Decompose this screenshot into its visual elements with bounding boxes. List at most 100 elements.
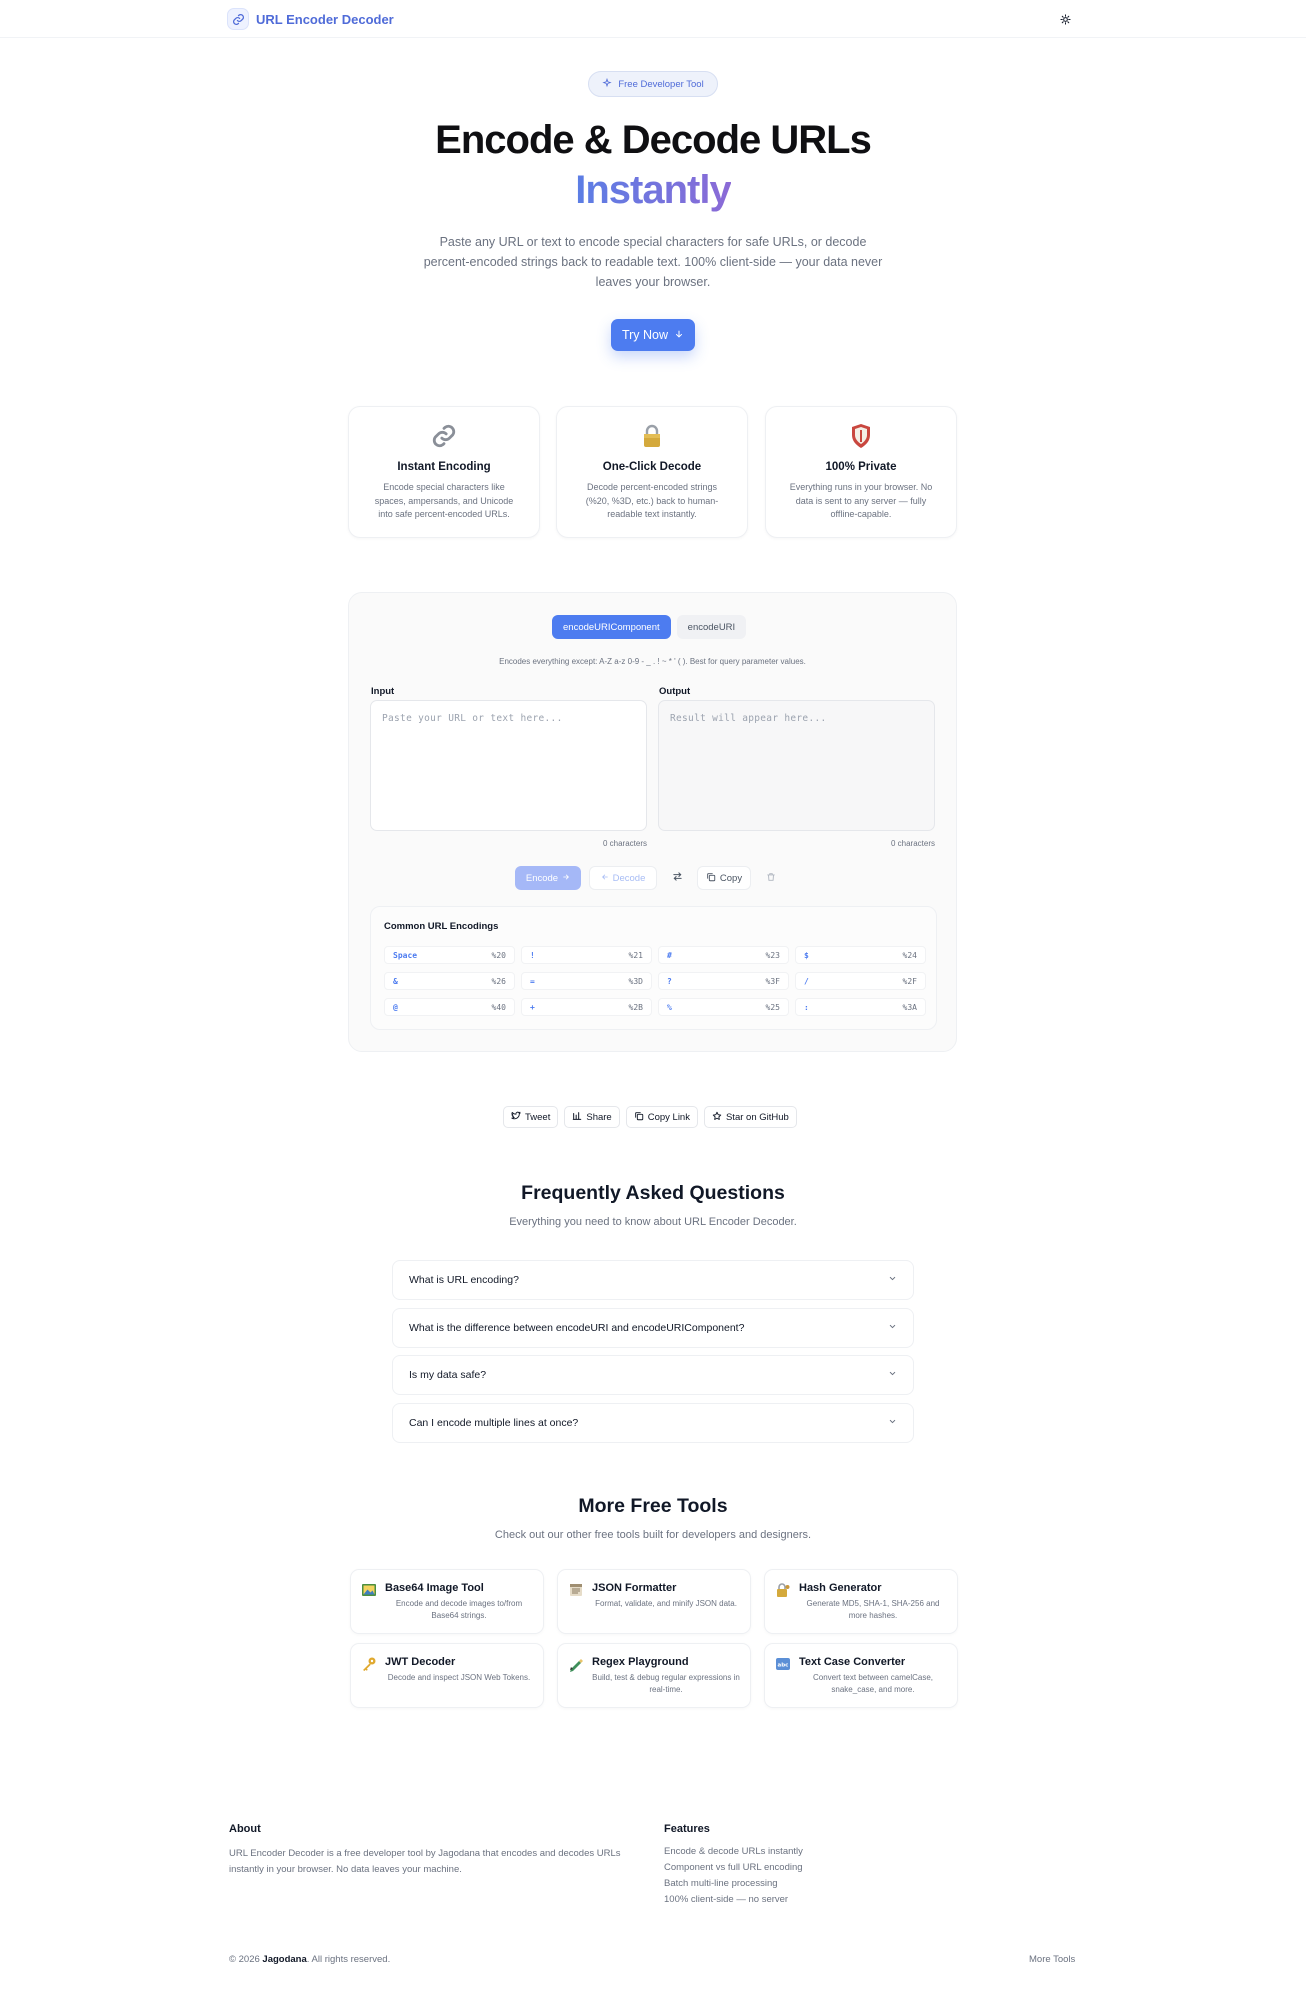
feature-card-instant-encoding: Instant Encoding Encode special characte… (348, 406, 540, 538)
tab-encodeuricomponent[interactable]: encodeURIComponent (552, 615, 671, 639)
common-encodings-title: Common URL Encodings (384, 921, 499, 932)
tool-name: Regex Playground (592, 1656, 689, 1668)
more-tools-subtitle: Check out our other free tools built for… (494, 1529, 812, 1541)
star-github-button[interactable]: Star on GitHub (703, 1106, 797, 1128)
encoding-cell[interactable]: $ %24 (795, 946, 926, 964)
copy-button[interactable]: Copy (697, 866, 751, 890)
abc-icon: abc (775, 1656, 791, 1672)
feature-title: Instant Encoding (397, 461, 491, 473)
encoding-code: %25 (765, 1002, 780, 1012)
tool-card[interactable]: JWT Decoder Decode and inspect JSON Web T… (350, 1643, 544, 1708)
encoding-code: %21 (628, 950, 643, 960)
input-textarea[interactable]: Paste your URL or text here... (370, 700, 647, 831)
action-bar: Encode Decode Copy (515, 866, 783, 890)
faq-item[interactable]: What is the difference between encodeURI… (392, 1308, 914, 1348)
copy-icon (706, 872, 716, 885)
footer-feature-item: Batch multi-line processing (664, 1878, 778, 1889)
encoding-char: ! (530, 950, 535, 960)
lock-icon (557, 423, 747, 451)
encoding-cell[interactable]: # %23 (658, 946, 789, 964)
tool-name: JWT Decoder (385, 1656, 456, 1668)
encoding-char: : (804, 1002, 809, 1012)
tool-name: Hash Generator (799, 1582, 882, 1594)
copyright-brand-link[interactable]: Jagodana (262, 1954, 306, 1965)
sparkle-icon (602, 77, 612, 91)
chevron-down-icon (888, 1322, 897, 1334)
try-now-label: Try Now (621, 328, 669, 342)
feature-description: Everything runs in your browser. No data… (789, 482, 933, 519)
decode-label: Decode (612, 872, 646, 884)
encoding-cell[interactable]: / %2F (795, 972, 926, 990)
tool-card[interactable]: Base64 Image Tool Encode and decode image… (350, 1569, 544, 1634)
copy-icon (634, 1111, 644, 1124)
encoding-cell[interactable]: ! %21 (521, 946, 652, 964)
encoding-code: %24 (902, 950, 917, 960)
clear-button[interactable] (759, 866, 783, 890)
document-icon (568, 1582, 584, 1598)
output-placeholder: Result will appear here... (670, 713, 827, 724)
tab-encodeuri[interactable]: encodeURI (676, 615, 747, 639)
copyright-suffix: . All rights reserved. (306, 1954, 391, 1965)
arrow-down-icon (674, 328, 684, 342)
hero-badge: Free Developer Tool (588, 71, 718, 97)
sun-icon[interactable] (1055, 9, 1075, 29)
faq-question: What is URL encoding? (409, 1274, 519, 1286)
copy-link-button[interactable]: Copy Link (625, 1106, 698, 1128)
tool-description: Build, test & debug regular expressions … (592, 1673, 740, 1694)
twitter-icon (511, 1111, 521, 1124)
faq-item[interactable]: Can I encode multiple lines at once? (392, 1403, 914, 1443)
encoding-cell[interactable]: + %2B (521, 998, 652, 1016)
encoding-code: %3D (628, 976, 643, 986)
arrow-left-icon (601, 873, 609, 884)
encode-button[interactable]: Encode (515, 866, 581, 890)
tool-card[interactable]: JSON Formatter Format, validate, and mini… (557, 1569, 751, 1634)
encoding-cell[interactable]: @ %40 (384, 998, 515, 1016)
decode-button[interactable]: Decode (589, 866, 657, 890)
encoding-char: # (667, 950, 672, 960)
encoding-code: %40 (491, 1002, 506, 1012)
faq-question: Is my data safe? (409, 1369, 487, 1381)
hero-title-accent: Instantly (575, 168, 731, 212)
try-now-button[interactable]: Try Now (611, 319, 695, 351)
encoding-char: & (393, 976, 398, 986)
encoding-char: ? (667, 976, 672, 986)
tweet-label: Tweet (525, 1111, 551, 1123)
encoding-code: %20 (491, 950, 506, 960)
encode-label: Encode (525, 872, 559, 884)
encoding-cell[interactable]: % %25 (658, 998, 789, 1016)
footer-more-tools-link[interactable]: More Tools (1029, 1954, 1075, 1965)
encoding-cell[interactable]: ? %3F (658, 972, 789, 990)
footer-feature-item: Encode & decode URLs instantly (664, 1846, 803, 1857)
tool-card[interactable]: Hash Generator Generate MD5, SHA-1, SHA-2… (764, 1569, 958, 1634)
feature-card-private: 100% Private Everything runs in your bro… (765, 406, 957, 538)
faq-item[interactable]: Is my data safe? (392, 1355, 914, 1395)
encoding-cell[interactable]: = %3D (521, 972, 652, 990)
encoding-cell[interactable]: Space %20 (384, 946, 515, 964)
pen-icon (568, 1656, 584, 1672)
footer-about-text: URL Encoder Decoder is a free developer … (229, 1848, 621, 1875)
tweet-button[interactable]: Tweet (503, 1106, 559, 1128)
input-char-count: 0 characters (602, 839, 647, 848)
tool-card[interactable]: abc Text Case Converter Convert text betwe… (764, 1643, 958, 1708)
encoding-char: / (804, 976, 809, 986)
share-label: Share (586, 1111, 612, 1123)
encoding-cell[interactable]: & %26 (384, 972, 515, 990)
svg-text:abc: abc (778, 1663, 789, 1669)
tool-card[interactable]: Regex Playground Build, test & debug regu… (557, 1643, 751, 1708)
tool-name: Text Case Converter (799, 1656, 906, 1668)
share-button[interactable]: Share (564, 1106, 620, 1128)
output-char-count: 0 characters (890, 839, 935, 848)
swap-button[interactable] (665, 866, 689, 890)
footer-about-title: About (229, 1823, 261, 1835)
encoding-cell[interactable]: : %3A (795, 998, 926, 1016)
copyright-year: © 2026 (229, 1954, 260, 1965)
star-icon (712, 1111, 722, 1124)
feature-description: Encode special characters like spaces, a… (374, 482, 514, 519)
brand-link[interactable]: URL Encoder Decoder (227, 8, 394, 30)
faq-item[interactable]: What is URL encoding? (392, 1260, 914, 1300)
bar-chart-icon (572, 1111, 582, 1124)
lock-key-icon (775, 1582, 791, 1598)
feature-description: Decode percent-encoded strings (%20, %3D… (585, 482, 719, 519)
encoding-code: %3F (765, 976, 780, 986)
output-textarea[interactable]: Result will appear here... (658, 700, 935, 831)
